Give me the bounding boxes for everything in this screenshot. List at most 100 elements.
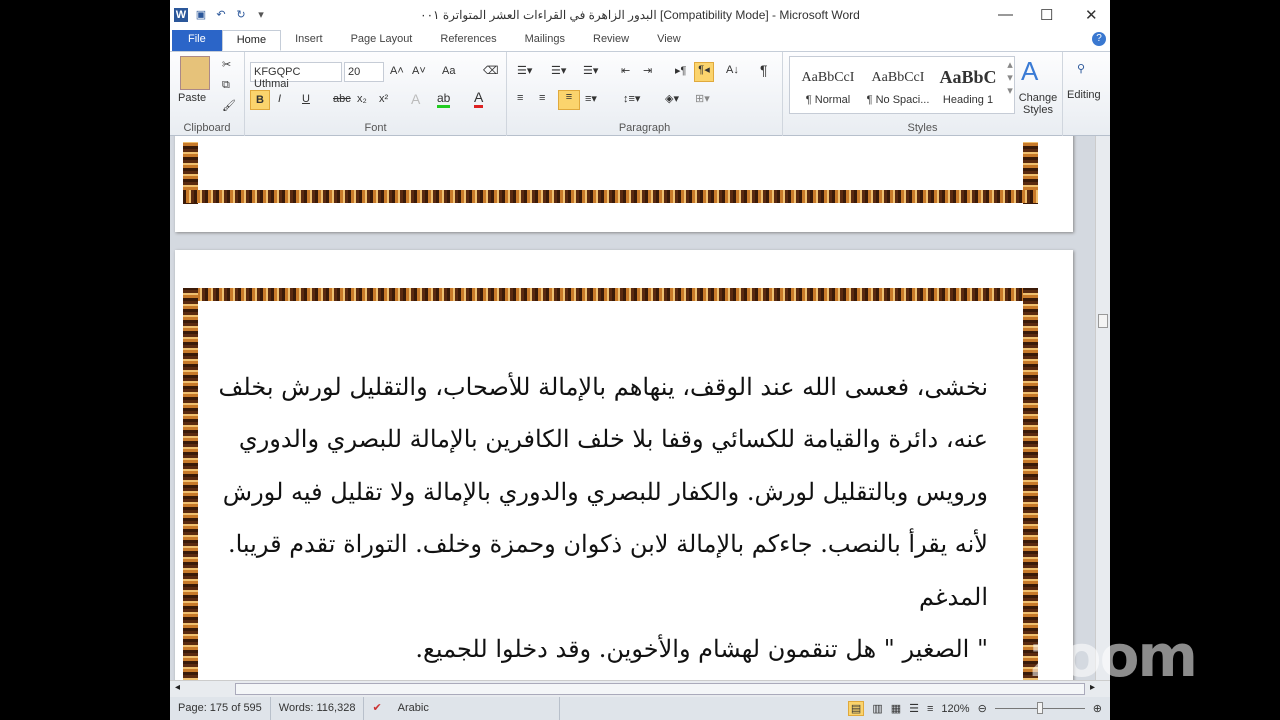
bullets-icon[interactable]: ☰▾	[517, 64, 532, 77]
zoom-level[interactable]: 120%	[941, 703, 969, 715]
scroll-left-icon[interactable]: ◂	[175, 682, 180, 693]
font-group: KFGQPC Uthmai 20 A˄ A˅ Aa ⌫ B I U abc x₂…	[245, 52, 507, 136]
justify-icon[interactable]: ≡▾	[585, 92, 597, 105]
styles-label: Styles	[907, 122, 938, 134]
font-name-select[interactable]: KFGQPC Uthmai	[250, 62, 342, 90]
styles-scroll[interactable]: ▴ ▾ ▾	[1005, 58, 1015, 97]
zoom-slider[interactable]	[994, 702, 1085, 714]
tab-mailings[interactable]: Mailings	[511, 30, 579, 51]
vertical-scroll-thumb[interactable]	[1098, 314, 1108, 328]
shading-icon[interactable]: ◈▾	[665, 92, 679, 105]
horizontal-scrollbar[interactable]: ◂ ▸	[170, 680, 1110, 697]
borders-icon[interactable]: ⊞▾	[695, 92, 710, 105]
page-border-left	[183, 288, 198, 680]
ribbon-tabs: File Home Insert Page Layout References …	[170, 30, 1110, 52]
style-normal[interactable]: ¶ Normal	[793, 94, 863, 106]
tab-file[interactable]: File	[172, 30, 222, 51]
copy-icon[interactable]: ⧉	[222, 79, 230, 92]
word-count[interactable]: Words: 116,328	[271, 697, 365, 720]
style-normal-sample[interactable]: AaBbCcI	[793, 70, 863, 86]
language[interactable]: Arabic	[390, 697, 560, 720]
change-case-button[interactable]: Aa	[442, 65, 455, 77]
style-heading1[interactable]: Heading 1	[933, 94, 1003, 106]
text-line: نخشى، فعسى الله عند الوقف، ينهاهم بالإما…	[218, 373, 988, 401]
bold-button[interactable]: B	[250, 90, 270, 110]
tab-review[interactable]: Review	[579, 30, 643, 51]
line-spacing-icon[interactable]: ↕≡▾	[623, 92, 640, 105]
page-current: نخشى، فعسى الله عند الوقف، ينهاهم بالإما…	[175, 250, 1073, 680]
window-title: البدور الزاهرة في القراءات العشر المتوات…	[420, 8, 860, 22]
subscript-button[interactable]: x₂	[357, 93, 367, 105]
help-icon[interactable]: ?	[1092, 32, 1106, 46]
align-left-icon[interactable]: ≡	[517, 92, 523, 104]
show-marks-button[interactable]: ¶	[760, 62, 768, 78]
font-color-icon[interactable]: A	[474, 89, 484, 108]
print-layout-icon[interactable]: ▤	[847, 701, 865, 716]
text-line: المدغم	[919, 583, 988, 611]
rtl-icon[interactable]: ¶◂	[694, 62, 714, 82]
full-screen-reading-icon[interactable]: ▥	[872, 702, 882, 715]
ltr-icon[interactable]: ▸¶	[675, 64, 686, 77]
zoom-slider-thumb[interactable]	[1036, 702, 1043, 714]
decrease-indent-icon[interactable]: ⇤	[621, 64, 630, 77]
superscript-button[interactable]: x²	[379, 93, 388, 105]
find-icon[interactable]: ⚲	[1077, 62, 1085, 75]
underline-button[interactable]: U	[302, 93, 310, 105]
tab-view[interactable]: View	[643, 30, 695, 51]
italic-button[interactable]: I	[278, 93, 281, 105]
font-size-select[interactable]: 20	[344, 62, 384, 82]
shrink-font-button[interactable]: A˅	[412, 65, 426, 77]
draft-icon[interactable]: ≡	[927, 703, 933, 715]
close-button[interactable]: ✕	[1085, 6, 1098, 24]
increase-indent-icon[interactable]: ⇥	[643, 64, 652, 77]
text-effects-icon[interactable]: A	[411, 91, 420, 107]
clipboard-group: Paste ✂ ⧉ 🖌 Clipboard	[170, 52, 245, 136]
text-line: ورويس وبالتقليل لورش. والكفار للبصري وال…	[222, 478, 988, 506]
vertical-scrollbar[interactable]	[1095, 136, 1110, 680]
horizontal-scroll-thumb[interactable]	[235, 683, 1085, 695]
outline-icon[interactable]: ☰	[909, 702, 919, 715]
web-layout-icon[interactable]: ▦	[891, 702, 901, 715]
styles-group: AaBbCcI ¶ Normal AaBbCcI ¶ No Spaci... A…	[783, 52, 1063, 136]
align-right-icon[interactable]: ≡	[558, 90, 580, 110]
tab-references[interactable]: References	[426, 30, 510, 51]
style-no-spacing-sample[interactable]: AaBbCcI	[863, 70, 933, 86]
change-styles-icon[interactable]: A	[1021, 56, 1038, 87]
zoom-watermark: zoom	[1030, 622, 1198, 690]
grow-font-button[interactable]: A˄	[390, 65, 404, 77]
paragraph-group: ☰▾ ☰▾ ☰▾ ⇤ ⇥ ▸¶ ¶◂ A↓ ¶ ≡ ≡ ≡ ≡▾ ↕≡▾ ◈▾ …	[507, 52, 783, 136]
align-center-icon[interactable]: ≡	[539, 92, 545, 104]
paste-icon[interactable]	[180, 56, 210, 90]
clipboard-label: Clipboard	[183, 122, 231, 134]
tab-insert[interactable]: Insert	[281, 30, 337, 51]
text-line: عنه، دائرة والقيامة للكسائي وقفا بلا خلف…	[238, 425, 988, 453]
style-no-spacing[interactable]: ¶ No Spaci...	[863, 94, 933, 106]
tab-home[interactable]: Home	[221, 30, 282, 51]
change-styles-button[interactable]: Change Styles	[1017, 92, 1059, 116]
page-border-top	[183, 288, 1038, 301]
paragraph-label: Paragraph	[618, 122, 671, 134]
title-bar: W ▣ ↶ ↻ ▾ البدور الزاهرة في القراءات الع…	[170, 0, 1110, 30]
format-painter-icon[interactable]: 🖌	[222, 99, 236, 112]
minimize-button[interactable]: —	[998, 6, 1013, 23]
text-line: " الصغير " هل تنقمون لهشام والأخوين. وقد…	[415, 635, 988, 663]
style-heading1-sample[interactable]: AaBbC	[933, 67, 1003, 88]
tab-page-layout[interactable]: Page Layout	[337, 30, 427, 51]
highlight-icon[interactable]: ab	[437, 91, 451, 108]
clear-formatting-icon[interactable]: ⌫	[483, 64, 499, 77]
page-count[interactable]: Page: 175 of 595	[170, 697, 271, 720]
multilevel-list-icon[interactable]: ☰▾	[583, 64, 598, 77]
zoom-out-icon[interactable]: ⊖	[978, 702, 987, 715]
zoom-in-icon[interactable]: ⊕	[1093, 702, 1102, 715]
document-area[interactable]: نخشى، فعسى الله عند الوقف، ينهاهم بالإما…	[170, 136, 1095, 680]
proofing-icon[interactable]: ✔	[364, 697, 389, 720]
numbering-icon[interactable]: ☰▾	[551, 64, 566, 77]
sort-icon[interactable]: A↓	[726, 64, 739, 76]
page-border-bottom	[183, 190, 1038, 203]
paste-button[interactable]: Paste	[178, 92, 206, 104]
word-window: W ▣ ↶ ↻ ▾ البدور الزاهرة في القراءات الع…	[170, 0, 1110, 720]
maximize-button[interactable]: ☐	[1040, 6, 1053, 24]
cut-icon[interactable]: ✂	[222, 58, 231, 71]
editing-button[interactable]: Editing	[1067, 89, 1101, 101]
strikethrough-button[interactable]: abc	[333, 93, 351, 105]
